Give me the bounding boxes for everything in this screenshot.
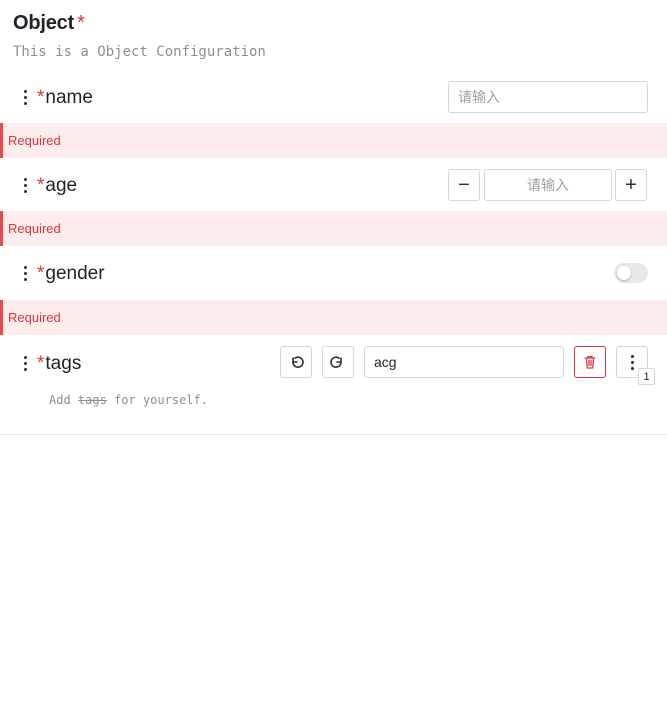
- redo-icon: [330, 356, 342, 368]
- decrement-button[interactable]: −: [448, 169, 480, 201]
- field-label-age: *age: [37, 175, 77, 197]
- error-text: Required: [8, 133, 61, 148]
- field-label-gender: *gender: [37, 263, 105, 285]
- field-label-tags: *tags: [37, 353, 81, 375]
- hint-prefix: Add: [49, 393, 71, 407]
- field-row-name: *name: [0, 71, 667, 123]
- field-label-name: *name: [37, 87, 93, 109]
- required-mark: *: [37, 263, 45, 284]
- drag-handle-icon[interactable]: [20, 266, 30, 281]
- toggle-knob: [617, 266, 631, 280]
- required-mark: *: [37, 87, 45, 108]
- error-banner-gender: Required: [0, 300, 667, 335]
- trash-icon: [584, 355, 596, 369]
- object-description: This is a Object Configuration: [13, 44, 266, 60]
- drag-handle-icon[interactable]: [20, 90, 30, 105]
- redo-button[interactable]: [322, 346, 354, 378]
- delete-button[interactable]: [574, 346, 606, 378]
- undo-icon: [292, 356, 304, 368]
- field-label-text: tags: [45, 353, 82, 374]
- increment-button[interactable]: +: [615, 169, 647, 201]
- error-text: Required: [8, 221, 61, 236]
- field-label-text: name: [45, 87, 93, 108]
- count-badge: 1: [638, 368, 655, 385]
- age-input[interactable]: [484, 169, 612, 201]
- error-banner-name: Required: [0, 123, 667, 158]
- error-banner-age: Required: [0, 211, 667, 246]
- drag-handle-icon[interactable]: [20, 178, 30, 193]
- name-input[interactable]: [448, 81, 648, 113]
- field-row-tags: *tags 1 Add tags for yourself.: [0, 335, 667, 435]
- object-header: Object * This is a Object Configuration: [0, 0, 667, 71]
- gender-toggle[interactable]: [614, 263, 648, 283]
- field-row-age: *age − +: [0, 158, 667, 211]
- undo-button[interactable]: [280, 346, 312, 378]
- object-title-text: Object: [13, 12, 75, 34]
- required-mark: *: [37, 175, 45, 196]
- object-title: Object *: [13, 12, 85, 35]
- more-vertical-icon: [630, 354, 634, 370]
- field-row-gender: *gender: [0, 246, 667, 299]
- hint-struck-text: tags: [77, 393, 107, 407]
- tags-hint: Add tags for yourself.: [49, 393, 208, 407]
- required-mark: *: [77, 12, 85, 34]
- field-label-text: age: [45, 175, 78, 196]
- tags-input[interactable]: [364, 346, 564, 378]
- required-mark: *: [37, 353, 45, 374]
- drag-handle-icon[interactable]: [20, 356, 30, 371]
- field-label-text: gender: [45, 263, 105, 284]
- hint-suffix: for yourself.: [114, 393, 208, 407]
- error-text: Required: [8, 310, 61, 325]
